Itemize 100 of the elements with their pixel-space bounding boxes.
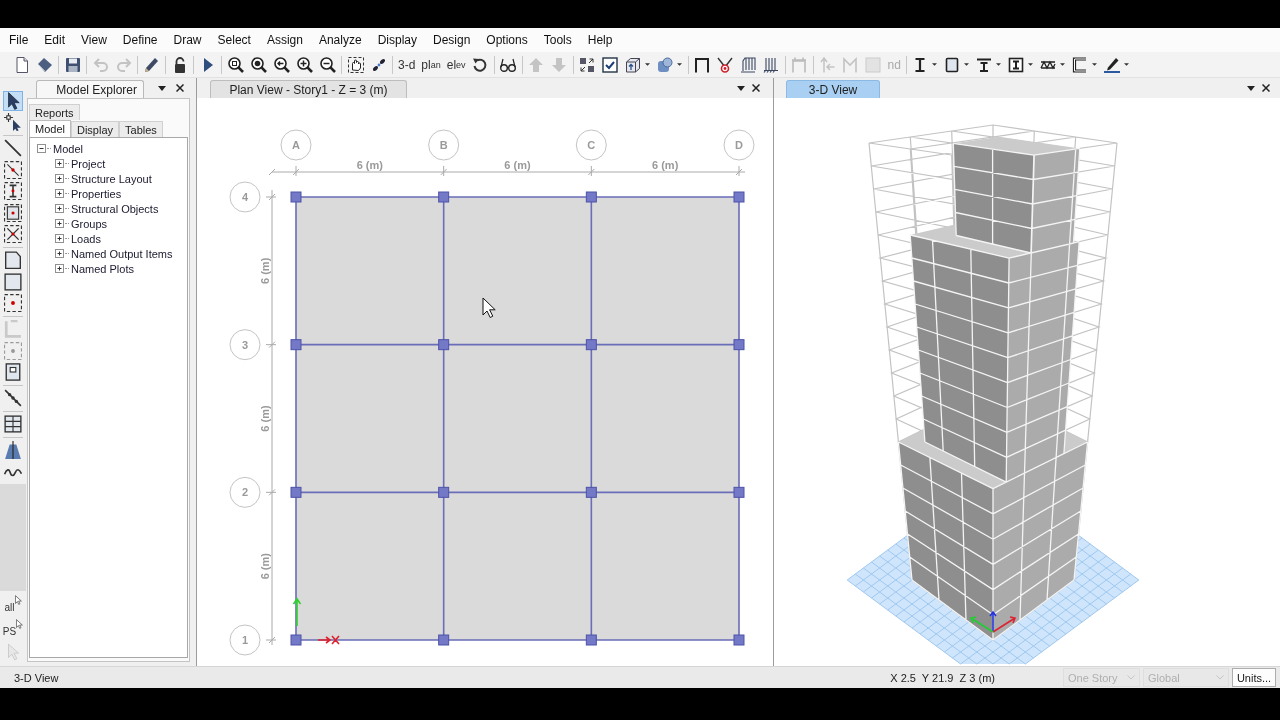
tab[interactable]: Reports [29, 104, 80, 120]
menu-item[interactable]: Select [209, 31, 259, 49]
supports-icon[interactable] [763, 56, 780, 73]
menu-item[interactable]: Options [478, 31, 536, 49]
caret-icon[interactable] [995, 63, 1001, 66]
zoom-window-icon[interactable] [227, 56, 244, 73]
menu-item[interactable]: Draw [165, 31, 210, 49]
minus-box-icon[interactable] [37, 144, 46, 153]
plus-box-icon[interactable] [55, 264, 64, 273]
plus-box-icon[interactable] [55, 249, 64, 258]
square-icon[interactable] [4, 272, 22, 291]
pencil-icon[interactable] [143, 56, 160, 73]
menu-item[interactable]: Assign [258, 31, 311, 49]
toolbar-button[interactable]: 3-d [395, 55, 419, 74]
tree-item[interactable]: Structure Layout [71, 172, 152, 185]
menu-item[interactable]: View [73, 31, 115, 49]
line-icon[interactable] [4, 139, 22, 157]
caret-icon[interactable] [737, 85, 745, 91]
cursor-icon [482, 297, 496, 318]
tool-button[interactable]: PS [1, 617, 25, 637]
dashed-box-i-icon[interactable] [4, 182, 22, 200]
column-marker [585, 191, 597, 203]
tree-item[interactable]: Named Output Items [71, 247, 173, 260]
dots-icon[interactable] [370, 56, 387, 73]
tree-item[interactable]: Loads [71, 232, 101, 245]
caret-icon[interactable] [931, 63, 937, 66]
zoom-in-icon[interactable] [296, 56, 313, 73]
close-icon[interactable] [176, 84, 184, 92]
tree-item[interactable]: Groups [71, 217, 108, 230]
caret-icon[interactable] [1059, 63, 1065, 66]
tab[interactable]: Display [70, 121, 120, 137]
menu-item[interactable]: Tools [535, 31, 580, 49]
rotate-icon[interactable] [472, 56, 489, 73]
tapered-shape-icon[interactable] [4, 441, 22, 459]
column-marker [585, 486, 597, 498]
save-icon[interactable] [64, 56, 81, 73]
glasses-icon[interactable] [500, 56, 517, 73]
tree-item[interactable]: Properties [71, 187, 122, 200]
caret-icon[interactable] [1027, 63, 1033, 66]
link-line-icon[interactable] [4, 389, 22, 407]
close-icon[interactable] [752, 84, 760, 92]
box-arrow-icon[interactable] [625, 56, 642, 73]
zoom-back-icon[interactable] [273, 56, 290, 73]
menu-item[interactable]: Analyze [310, 31, 370, 49]
caret-icon[interactable] [1247, 85, 1255, 91]
tab[interactable]: Tables [119, 121, 163, 137]
arrows-grid-icon[interactable] [579, 56, 596, 73]
plus-box-icon[interactable] [55, 189, 64, 198]
cursor-icon [14, 595, 22, 605]
caret-icon[interactable] [1123, 63, 1129, 66]
i-section-icon[interactable] [1008, 56, 1025, 73]
menu-item[interactable]: File [1, 31, 37, 49]
rectangle-icon[interactable] [944, 56, 961, 73]
menu-item[interactable]: Define [114, 31, 166, 49]
pane-tab[interactable]: Plan View - Story1 - Z = 3 (m) [210, 80, 407, 98]
pane-tab[interactable]: 3-D View [786, 80, 880, 98]
tree-item[interactable]: Named Plots [71, 262, 134, 275]
diamond-icon[interactable] [36, 56, 53, 73]
close-icon[interactable] [1262, 84, 1270, 92]
hand-icon[interactable] [347, 56, 364, 73]
plus-box-icon[interactable] [55, 159, 64, 168]
grid-icon[interactable] [4, 415, 22, 433]
tree-item[interactable]: Structural Objects [71, 202, 159, 215]
zoom-out-icon[interactable] [319, 56, 336, 73]
menu-item[interactable]: Display [369, 31, 425, 49]
menu-item[interactable]: Help [579, 31, 621, 49]
units-button[interactable]: Units... [1232, 668, 1276, 687]
checkbox-icon[interactable] [602, 56, 619, 73]
new-file-icon[interactable] [13, 56, 30, 73]
frame-icon[interactable] [694, 56, 711, 73]
tab[interactable]: Model [29, 120, 71, 137]
columns-icon[interactable] [740, 56, 757, 73]
node-pointer-icon[interactable] [4, 113, 22, 131]
channel-icon[interactable] [1072, 56, 1089, 73]
caret-icon[interactable] [1091, 63, 1097, 66]
menu-item[interactable]: Edit [36, 31, 74, 49]
dashed-box-frame-icon[interactable] [4, 203, 22, 222]
tree-item[interactable]: Model [53, 142, 83, 155]
plus-box-icon[interactable] [55, 174, 64, 183]
pen-icon[interactable] [1104, 56, 1121, 73]
caret-icon[interactable] [644, 63, 650, 66]
dashed-box-x-icon[interactable] [4, 225, 22, 243]
tree-item[interactable]: Project [71, 157, 106, 170]
tool-button[interactable]: all [3, 593, 23, 613]
caret-icon[interactable] [676, 63, 682, 66]
caret-icon[interactable] [963, 63, 969, 66]
plus-box-icon[interactable] [55, 219, 64, 228]
joint-icon[interactable] [717, 56, 734, 73]
dashed-box-line-icon[interactable] [4, 160, 22, 179]
polygon-icon[interactable] [4, 251, 22, 269]
menu-item[interactable]: Design [425, 31, 479, 49]
caret-icon[interactable] [158, 85, 166, 91]
magnifier-icon[interactable] [250, 56, 267, 73]
box-icon[interactable] [4, 363, 22, 381]
plus-box-icon[interactable] [55, 234, 64, 243]
shapes-icon[interactable] [657, 56, 674, 73]
plus-box-icon[interactable] [55, 204, 64, 213]
pointer-icon[interactable] [4, 91, 22, 110]
t-beam-icon[interactable] [976, 56, 993, 73]
panel-tab[interactable]: Model Explorer [36, 80, 144, 98]
